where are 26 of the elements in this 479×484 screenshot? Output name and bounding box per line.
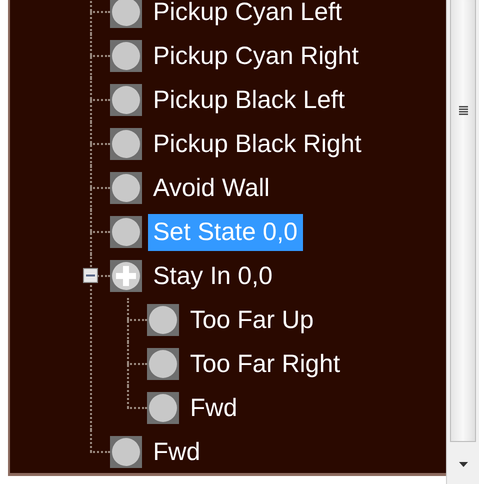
circle-icon <box>147 348 179 380</box>
tree-item[interactable]: Fwd <box>148 434 206 470</box>
tree-item[interactable]: Avoid Wall <box>148 170 275 206</box>
tree-item[interactable]: Pickup Cyan Left <box>148 0 347 30</box>
tree-item[interactable]: Too Far Right <box>185 346 346 382</box>
tree-item[interactable]: Pickup Cyan Right <box>148 38 364 74</box>
tree-item[interactable]: Stay In 0,0 <box>148 258 278 294</box>
tree-item[interactable]: Pickup Black Left <box>148 82 350 118</box>
tree-item[interactable]: Fwd <box>185 390 242 426</box>
caret-down-icon <box>458 462 468 466</box>
circle-icon <box>110 128 142 160</box>
circle-icon <box>110 0 142 28</box>
circle-icon <box>110 84 142 116</box>
circle-icon <box>110 436 142 468</box>
circle-icon <box>147 304 179 336</box>
tree-item[interactable]: Pickup Black Right <box>148 126 366 162</box>
collapse-toggle-icon[interactable] <box>83 268 98 283</box>
circle-icon <box>110 172 142 204</box>
grip-icon <box>458 106 468 115</box>
circle-icon <box>110 40 142 72</box>
circle-icon <box>147 392 179 424</box>
scrollbar[interactable] <box>446 0 479 484</box>
scrollbar-thumb[interactable] <box>450 0 476 442</box>
tree-item[interactable]: Too Far Up <box>185 302 319 338</box>
circle-icon <box>110 216 142 248</box>
plus-circle-icon <box>110 260 142 292</box>
